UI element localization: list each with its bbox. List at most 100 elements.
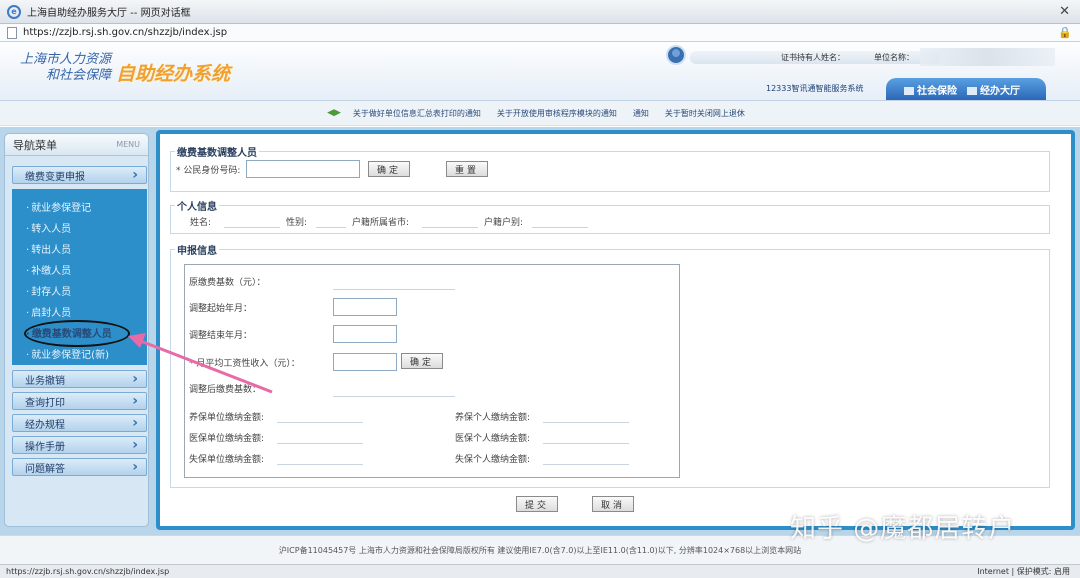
id-number-label: * 公民身份号码: [176,166,241,176]
chevron-right-icon: › [132,167,138,183]
adjusted-base-value [333,396,455,397]
gender-label: 性别: [286,218,308,228]
submenu-item[interactable]: · 补缴人员 [26,262,71,277]
chevron-right-icon: › [132,415,138,431]
medical-unit-value [277,443,363,444]
footer-text: 沪ICP备11045457号 上海市人力资源和社会保障局版权所有 建议使用IE7… [278,545,802,555]
start-month-input[interactable] [333,298,397,316]
logo-line-1: 上海市人力资源 [20,52,112,67]
unemp-personal-label: 失保个人缴纳金额: [455,455,531,465]
menu-group[interactable]: 查询打印 › [12,392,147,410]
close-icon[interactable]: ✕ [1059,4,1070,19]
orig-base-value [333,289,455,290]
lock-icon: 🔒 [1058,26,1072,39]
submenu-item[interactable]: · 转入人员 [26,220,71,235]
tab-service-hall-label: 经办大厅 [980,85,1020,97]
notice-bar: ◀▶ 关于做好单位信息汇总表打印的通知 关于开放使用审核程序模块的通知 通知 关… [0,100,1080,126]
service-link[interactable]: 12333智讯通智能服务系统 [766,83,863,94]
status-url: https://zzjb.rsj.sh.gov.cn/shzzjb/index.… [6,567,170,576]
menu-group[interactable]: 业务撤销 › [12,370,147,388]
menu-group[interactable]: 问题解答 › [12,458,147,476]
income-input[interactable] [333,353,397,371]
notice-link[interactable]: 关于开放使用审核程序模块的通知 [497,108,617,119]
pension-personal-label: 养保个人缴纳金额: [455,413,531,423]
name-label: 姓名: [190,218,212,228]
medical-unit-label: 医保单位缴纳金额: [189,434,265,444]
notice-link[interactable]: 关于做好单位信息汇总表打印的通知 [353,108,481,119]
notice-arrow-icon: ◀▶ [327,108,341,118]
menu-group-label: 查询打印 [25,397,65,409]
page-icon [7,26,17,39]
tab-service-hall[interactable]: 经办大厅 [967,82,1020,97]
tab-icon [904,86,914,95]
watermark: 知乎 @魔都居转户 [790,514,1016,544]
sidebar: 导航菜单 MENU 缴费变更申报 › · 就业参保登记 · 转入人员 · 转出人员 · 补… [4,133,149,527]
address-bar: https://zzjb.rsj.sh.gov.cn/shzzjb/index.… [0,24,1080,42]
pension-unit-value [277,422,363,423]
sidebar-header: 导航菜单 MENU [5,134,148,156]
tab-social-insurance[interactable]: 社会保险 [904,82,957,97]
submit-button[interactable]: 提交 [516,496,558,512]
income-confirm-button[interactable]: 确定 [401,353,443,369]
submenu-item[interactable]: · 启封人员 [26,304,71,319]
menu-group-label: 经办规程 [25,419,65,431]
menu-group-fee-change[interactable]: 缴费变更申报 › [12,166,147,184]
main-area: 导航菜单 MENU 缴费变更申报 › · 就业参保登记 · 转入人员 · 转出人员 · 补… [0,127,1080,535]
section-title: 个人信息 [177,202,217,213]
submenu-item[interactable]: · 封存人员 [26,283,71,298]
status-bar: https://zzjb.rsj.sh.gov.cn/shzzjb/index.… [0,564,1080,578]
hukou-label: 户籍户别: [484,218,524,228]
tab-icon [967,86,977,95]
hukou-value [532,227,588,228]
province-label: 户籍所属省市: [352,218,410,228]
chevron-right-icon: › [132,437,138,453]
cert-holder-label: 证书持有人姓名： [781,53,845,62]
logo-line-2: 和社会保障 [46,68,112,83]
header-tabs: 社会保险 经办大厅 [886,78,1046,100]
menu-group-label: 缴费变更申报 [25,171,85,183]
id-number-input[interactable] [246,160,360,178]
site-header: 上海市人力资源 和社会保障 自助经办系统 证书持有人姓名： 单位名称： 1233… [0,42,1080,100]
menu-group[interactable]: 经办规程 › [12,414,147,432]
end-month-label: 调整结束年月： [189,331,253,341]
annotation-circle [24,320,130,347]
menu-group-label: 操作手册 [25,441,65,453]
chevron-right-icon: › [132,371,138,387]
section-title: 申报信息 [177,246,217,257]
menu-group-label: 业务撤销 [25,375,65,387]
window-title: 上海自助经办服务大厅 -- 网页对话框 [27,8,191,19]
reset-button[interactable]: 重置 [446,161,488,177]
window-titlebar: e 上海自助经办服务大厅 -- 网页对话框 ✕ [0,0,1080,24]
start-month-label: 调整起始年月： [189,304,253,314]
status-zone: Internet | 保护模式: 启用 [977,567,1070,576]
end-month-input[interactable] [333,325,397,343]
sidebar-title-en: MENU [116,140,140,149]
submenu-item[interactable]: · 就业参保登记 [26,199,91,214]
address-url[interactable]: https://zzjb.rsj.sh.gov.cn/shzzjb/index.… [23,27,227,38]
bureau-logo: 上海市人力资源 和社会保障 [20,52,111,84]
redacted-info [920,48,1055,66]
unemp-personal-value [543,464,629,465]
content-panel: 缴费基数调整人员 * 公民身份号码: 确定 重置 个人信息 姓名: 性别: 户籍… [156,130,1075,530]
submenu-item[interactable]: · 就业参保登记(新) [26,346,109,361]
gender-value [316,227,346,228]
province-value [422,227,478,228]
system-name: 自助经办系统 [116,63,231,85]
notice-link[interactable]: 通知 [633,108,649,119]
unemp-unit-value [277,464,363,465]
chevron-right-icon: › [132,393,138,409]
medical-personal-value [543,443,629,444]
tab-social-insurance-label: 社会保险 [917,85,957,97]
menu-group[interactable]: 操作手册 › [12,436,147,454]
cancel-button[interactable]: 取消 [592,496,634,512]
chevron-right-icon: › [132,459,138,475]
confirm-button[interactable]: 确定 [368,161,410,177]
notice-link[interactable]: 关于暂时关闭网上退休 [665,108,745,119]
submenu-item[interactable]: · 转出人员 [26,241,71,256]
sidebar-title: 导航菜单 [13,138,57,152]
income-label: * 月平均工资性收入（元）： [189,359,300,369]
name-value [224,227,280,228]
org-name-label: 单位名称： [874,53,914,62]
menu-group-label: 问题解答 [25,463,65,475]
pension-personal-value [543,422,629,423]
